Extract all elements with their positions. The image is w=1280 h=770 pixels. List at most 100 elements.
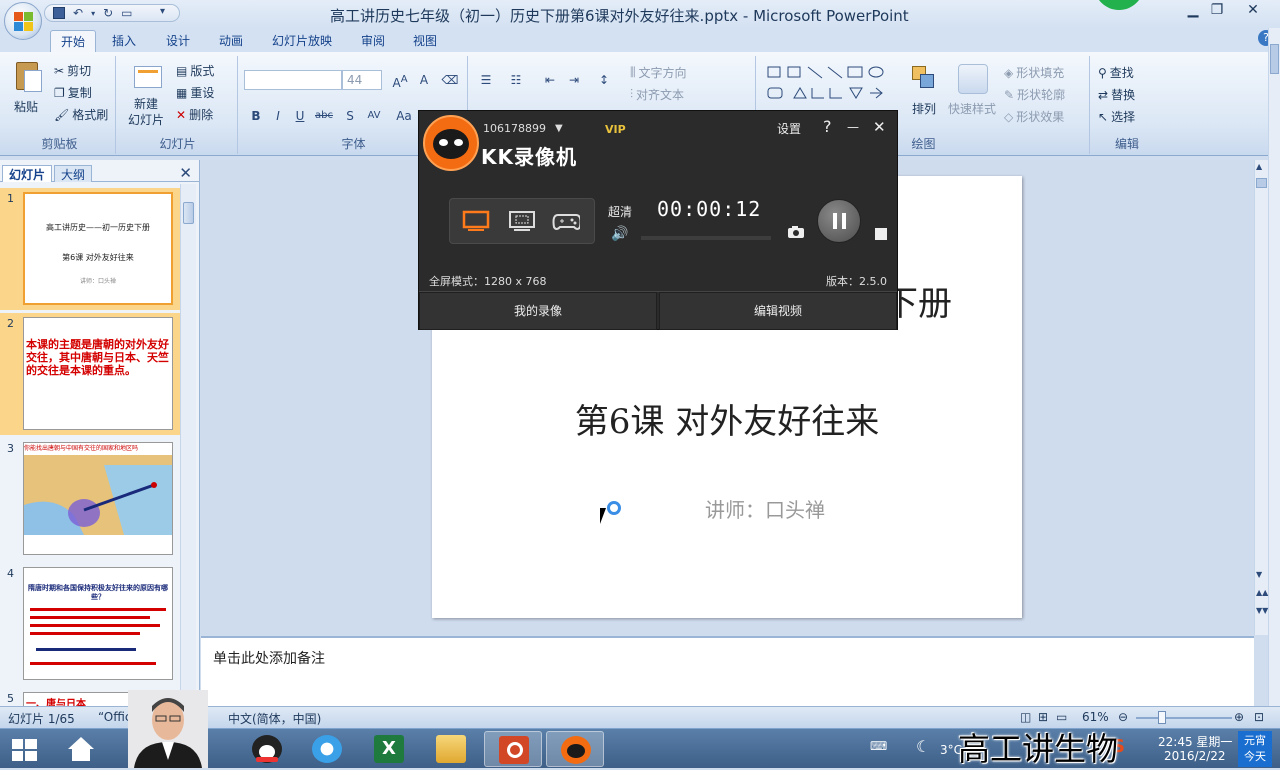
change-case-icon[interactable]: Aa [394,106,414,126]
numbering-icon[interactable]: ☷ [506,70,526,90]
new-slide-icon[interactable] [132,60,164,92]
grow-font-icon[interactable]: AA [390,70,410,90]
redo-icon[interactable]: ↻ [103,6,113,20]
clock-time[interactable]: 22:45 星期一 [1158,733,1232,750]
tab-insert[interactable]: 插入 [112,32,136,49]
kk-stop-button[interactable] [875,228,887,240]
tab-view[interactable]: 视图 [413,32,437,49]
floating-ball-icon[interactable] [1094,0,1144,10]
window-scroll-thumb[interactable] [1270,44,1279,74]
italic-icon[interactable]: I [268,106,288,126]
underline-icon[interactable]: U [290,106,310,126]
taskbar-qq[interactable] [238,731,296,767]
zoom-level[interactable]: 61% [1082,710,1109,724]
scroll-down-icon[interactable]: ▼ [1256,570,1262,579]
text-direction-button[interactable]: ⫼ 文字方向 [630,64,687,81]
calendar-widget[interactable]: 元宵 今天 [1238,731,1272,767]
layout-button[interactable]: ▤ 版式 [176,62,214,79]
notes-pane[interactable]: 单击此处添加备注 [201,636,1254,706]
my-recordings-button[interactable]: 我的录像 [419,292,657,330]
fullscreen-mode-icon[interactable] [462,209,490,233]
slides-pane-scroll-thumb[interactable] [183,202,194,224]
undo-dropdown-icon[interactable]: ▾ [91,9,95,18]
clock-date[interactable]: 2016/2/22 [1164,749,1226,763]
undo-icon[interactable]: ↶ [73,6,83,20]
kk-settings-button[interactable]: 设置 [777,120,801,137]
font-size-box[interactable]: 44 [342,70,382,90]
quick-styles-icon[interactable] [958,64,988,94]
next-slide-icon[interactable]: ▼▼ [1256,606,1268,615]
close-button[interactable]: ✕ [1238,2,1268,18]
keyboard-icon[interactable]: ⌨ [870,739,887,753]
delete-slide-button[interactable]: ✕ 删除 [176,106,213,123]
taskbar-kk-recorder[interactable] [546,731,604,767]
select-button[interactable]: ↖ 选择 [1098,108,1135,125]
slide-scroll-thumb[interactable] [1256,178,1267,188]
start-button[interactable] [0,731,50,767]
increase-indent-icon[interactable]: ⇥ [564,70,584,90]
fit-slide-icon[interactable]: ⊡ [1254,710,1264,724]
taskbar-home[interactable] [52,731,110,767]
zoom-out-icon[interactable]: ⊖ [1118,710,1128,724]
kk-user-id[interactable]: 106178899 [483,122,546,135]
zoom-slider-handle[interactable] [1158,711,1166,724]
clear-format-icon[interactable]: ⌫ [440,70,460,90]
language-indicator[interactable]: 中文(简体，中国) [228,710,321,727]
bullets-icon[interactable]: ☰ [476,70,496,90]
customize-qat-icon[interactable]: ▾ [160,6,165,17]
align-text-button[interactable]: ⫶ 对齐文本 [630,86,684,103]
bold-icon[interactable]: B [246,106,266,126]
slideshow-view-icon[interactable]: ▭ [1056,710,1067,724]
paste-icon[interactable] [12,60,44,92]
tab-home[interactable]: 开始 [50,30,97,52]
quick-styles-button[interactable]: 快速样式 [948,100,996,117]
slide-sorter-icon[interactable]: ⊞ [1038,710,1048,724]
pane-close-icon[interactable]: ✕ [179,164,192,182]
zoom-slider[interactable] [1136,717,1232,719]
copy-button[interactable]: ❐ 复制 [54,84,92,101]
shapes-gallery-icon[interactable] [766,64,896,114]
game-mode-icon[interactable] [552,209,580,233]
slide-subtitle[interactable]: 第6课 对外友好往来 [432,394,1022,443]
find-button[interactable]: ⚲ 查找 [1098,64,1134,81]
shape-fill-button[interactable]: ◈ 形状填充 [1004,64,1064,81]
slide-lecturer[interactable]: 讲师：口头禅 [432,494,1022,523]
shrink-font-icon[interactable]: A [414,70,434,90]
screenshot-camera-icon[interactable] [787,225,805,239]
prev-slide-icon[interactable]: ▲▲ [1256,588,1268,597]
tab-slideshow[interactable]: 幻灯片放映 [272,32,332,49]
edit-video-button[interactable]: 编辑视频 [659,292,897,330]
kk-account-dropdown-icon[interactable]: ▼ [555,123,563,134]
slide-scrollbar[interactable]: ▲ ▼ ▲▲ ▼▼ [1254,160,1268,635]
shape-effects-button[interactable]: ◇ 形状效果 [1004,108,1064,125]
slide-thumb-2[interactable]: 2 本课的主题是唐朝的对外友好交往，其中唐朝与日本、天竺的交往是本课的重点。 [0,313,180,435]
shadow-icon[interactable]: S [340,106,360,126]
slides-pane-scrollbar[interactable] [180,184,196,704]
region-mode-icon[interactable] [508,209,536,233]
kk-close-button[interactable]: ✕ [873,118,886,136]
kk-volume-icon[interactable]: 🔊 [611,226,628,242]
kk-quality-selector[interactable]: 超清 [608,203,632,220]
office-button[interactable] [4,2,42,40]
char-spacing-icon[interactable]: AV [364,106,384,126]
replace-button[interactable]: ⇄ 替换 [1098,86,1135,103]
arrange-icon[interactable] [910,64,938,92]
window-scrollbar[interactable] [1268,28,1280,734]
restore-button[interactable]: ❐ [1202,2,1232,18]
arrange-button[interactable]: 排列 [912,100,936,117]
tab-slides-pane[interactable]: 幻灯片 [2,165,53,182]
taskbar-browser[interactable] [298,731,356,767]
font-name-box[interactable] [244,70,342,90]
tab-design[interactable]: 设计 [166,32,190,49]
kk-minimize-button[interactable]: — [847,120,859,134]
reset-button[interactable]: ▦ 重设 [176,84,214,101]
slide-thumb-3[interactable]: 3 你能找出唐朝与中国有交往的国家和地区吗 [0,438,180,560]
kk-pause-button[interactable] [817,199,861,243]
cut-button[interactable]: ✂ 剪切 [54,62,91,79]
decrease-indent-icon[interactable]: ⇤ [540,70,560,90]
new-slide-button[interactable]: 新建 幻灯片 [128,96,164,128]
taskbar-powerpoint[interactable] [484,731,542,767]
zoom-in-icon[interactable]: ⊕ [1234,710,1244,724]
format-painter-button[interactable]: 🖌 格式刷 [54,106,108,123]
paste-button[interactable]: 粘贴 [14,98,38,115]
